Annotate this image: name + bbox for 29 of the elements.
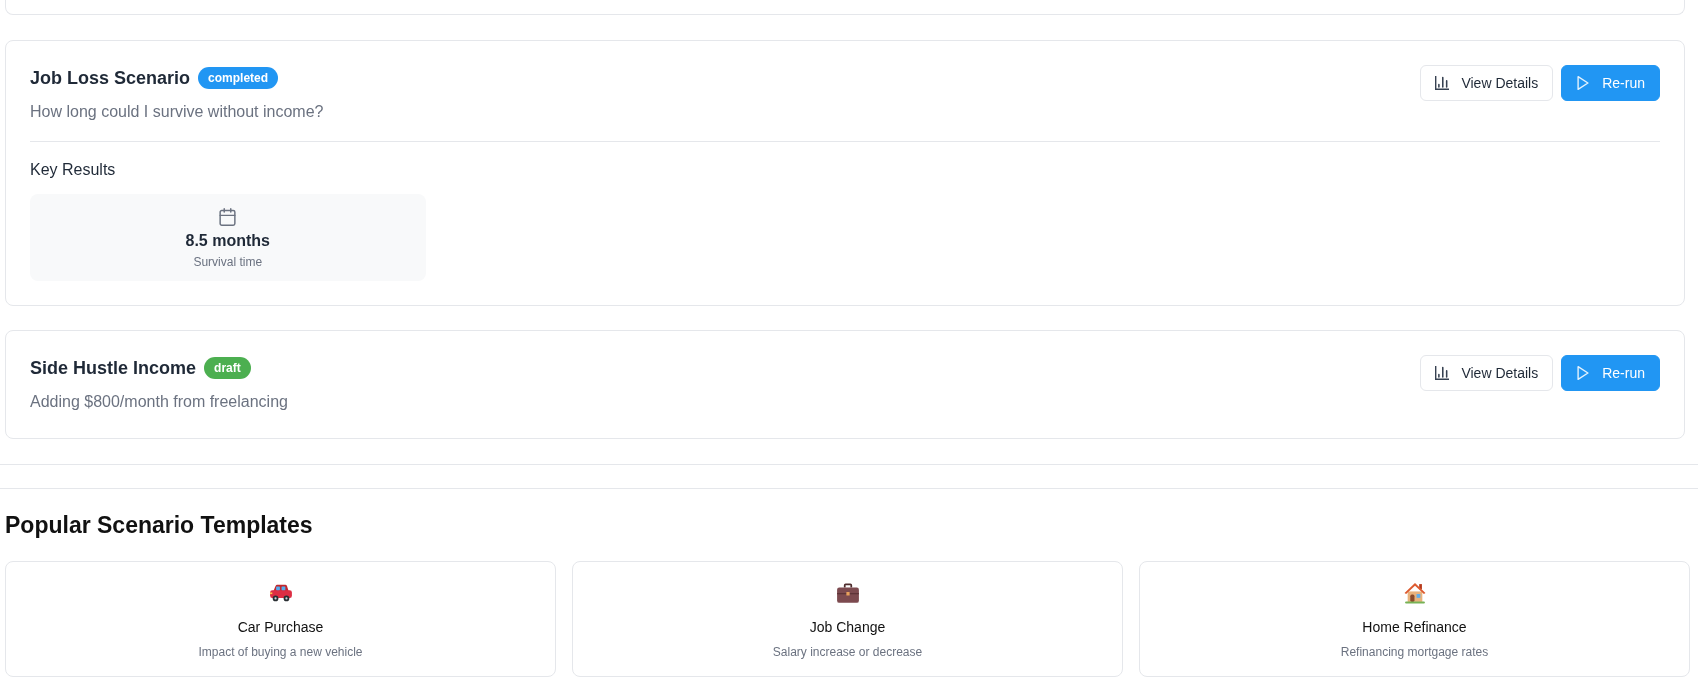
template-card[interactable]: Job Change Salary increase or decrease (572, 561, 1123, 677)
view-details-button[interactable]: View Details (1420, 65, 1554, 101)
play-icon (1576, 76, 1591, 90)
view-details-button[interactable]: View Details (1420, 355, 1554, 391)
template-description: Salary increase or decrease (772, 644, 923, 660)
template-title: Job Change (809, 618, 886, 637)
bar-chart-icon (1435, 76, 1450, 90)
status-badge: draft (204, 357, 251, 379)
template-card[interactable]: Home Refinance Refinancing mortgage rates (1139, 561, 1690, 677)
result-label: Survival time (193, 254, 263, 270)
template-title: Home Refinance (1362, 618, 1467, 637)
template-description: Refinancing mortgage rates (1340, 644, 1489, 660)
template-description: Impact of buying a new vehicle (198, 644, 363, 660)
house-icon (1402, 582, 1427, 604)
briefcase-icon (835, 582, 860, 604)
bar-chart-icon (1435, 366, 1450, 380)
scenario-title: Job Loss Scenario (30, 67, 191, 90)
scenario-title: Side Hustle Income (30, 357, 197, 380)
template-card[interactable]: Car Purchase Impact of buying a new vehicle (5, 561, 556, 677)
section-heading: Popular Scenario Templates (5, 512, 314, 538)
results-heading: Key Results (30, 160, 117, 180)
calendar-icon (219, 208, 237, 226)
play-icon (1576, 366, 1591, 380)
template-title: Car Purchase (237, 618, 324, 637)
status-badge: completed (198, 67, 279, 89)
car-icon (268, 582, 293, 604)
result-value: 8.5 months (185, 231, 270, 251)
scenario-description: How long could I survive without income? (30, 102, 324, 122)
scenario-description: Adding $800/month from freelancing (30, 392, 288, 412)
